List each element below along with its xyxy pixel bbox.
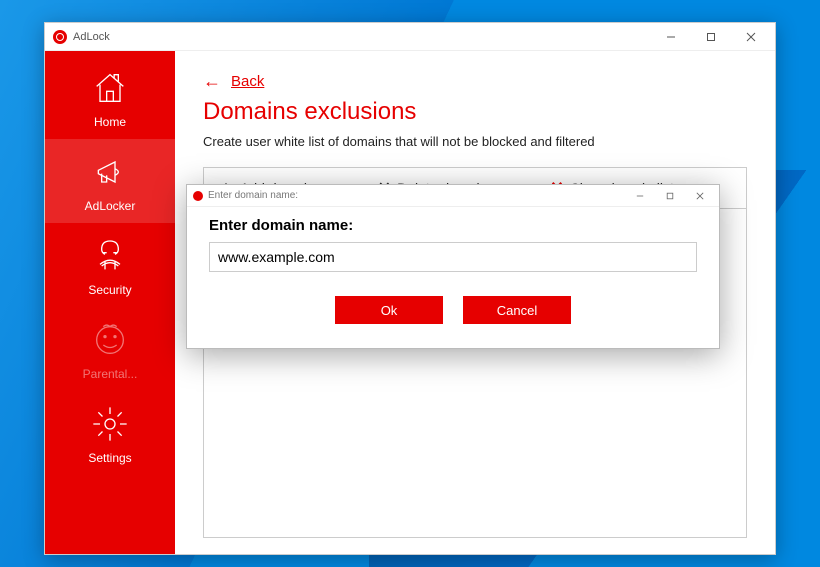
page-title: Domains exclusions [203,98,747,126]
close-button[interactable] [731,23,771,51]
sidebar-item-security[interactable]: Security [45,223,175,307]
window-title: AdLock [73,31,651,43]
back-arrow-icon: ← [203,71,221,92]
dialog-app-icon [193,191,203,201]
domain-input[interactable] [209,242,697,272]
home-icon [89,67,131,109]
sidebar-item-home[interactable]: Home [45,55,175,139]
back-label: Back [231,73,264,90]
dialog-title: Enter domain name: [208,190,625,201]
enter-domain-dialog: Enter domain name: Enter domain name: Ok… [186,184,720,349]
megaphone-icon [89,151,131,193]
ok-button[interactable]: Ok [335,296,443,324]
dialog-minimize-button[interactable] [625,185,655,207]
parental-icon [89,319,131,361]
maximize-button[interactable] [691,23,731,51]
sidebar-item-label: Parental... [83,367,138,381]
sidebar-item-label: Settings [88,451,131,465]
window-controls [651,23,771,51]
app-icon [53,30,67,44]
sidebar-item-label: Security [88,283,131,297]
dialog-label: Enter domain name: [209,217,697,234]
main-titlebar: AdLock [45,23,775,51]
sidebar-item-adlocker[interactable]: AdLocker [45,139,175,223]
dialog-titlebar: Enter domain name: [187,185,719,207]
sidebar-item-label: AdLocker [85,199,136,213]
back-link[interactable]: ← Back [203,71,747,92]
page-description: Create user white list of domains that w… [203,134,747,149]
dialog-close-button[interactable] [685,185,715,207]
sidebar-item-settings[interactable]: Settings [45,391,175,475]
sidebar: Home AdLocker Security Parental... [45,51,175,554]
dialog-maximize-button[interactable] [655,185,685,207]
gear-icon [89,403,131,445]
sidebar-item-label: Home [94,115,126,129]
security-icon [89,235,131,277]
minimize-button[interactable] [651,23,691,51]
sidebar-item-parental[interactable]: Parental... [45,307,175,391]
cancel-button[interactable]: Cancel [463,296,571,324]
